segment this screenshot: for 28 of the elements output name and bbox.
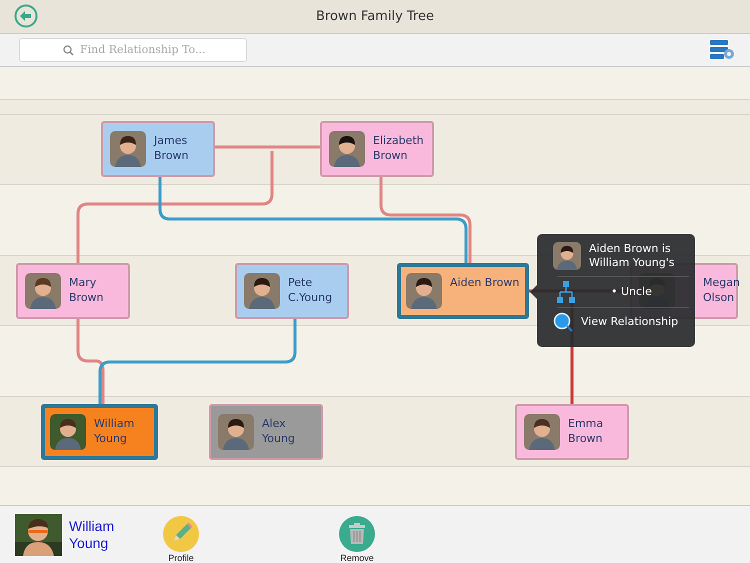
person-name: Alex Young [262, 416, 296, 446]
person-name: James Brown [154, 132, 190, 163]
person-card[interactable]: Mary Brown [16, 262, 130, 319]
person-name: William Young [94, 416, 136, 446]
person-name: Pete C.Young [288, 274, 334, 305]
person-card[interactable]: James Brown [101, 120, 215, 177]
person-name: Mary Brown [69, 274, 105, 305]
person-card[interactable]: Aiden Brown [397, 262, 529, 319]
person-card[interactable]: Pete C.Young [235, 262, 349, 319]
search-field[interactable]: Find Relationship To... [19, 38, 247, 62]
person-card[interactable]: Emma Brown [515, 404, 629, 460]
hierarchy-icon [557, 280, 575, 303]
settings-icon[interactable] [710, 38, 736, 61]
relation-label: • Uncle [611, 285, 652, 298]
person-card[interactable]: William Young [41, 404, 158, 460]
back-button[interactable] [14, 4, 38, 28]
search-icon [553, 312, 573, 332]
person-name: Elizabeth Brown [373, 132, 425, 163]
search-icon [63, 44, 74, 56]
person-name: Megan Olson [703, 274, 740, 305]
relationship-text: Aiden Brown is William Young's [589, 242, 676, 270]
person-name: William Young [69, 518, 116, 552]
person-card[interactable]: Alex Young [209, 404, 323, 460]
person-name: Emma Brown [568, 416, 604, 446]
person-name: Aiden Brown [450, 274, 520, 290]
window-title: Brown Family Tree [315, 8, 435, 24]
view-relationship-button[interactable]: View Relationship [553, 308, 689, 336]
person-card[interactable]: Elizabeth Brown [320, 120, 434, 177]
